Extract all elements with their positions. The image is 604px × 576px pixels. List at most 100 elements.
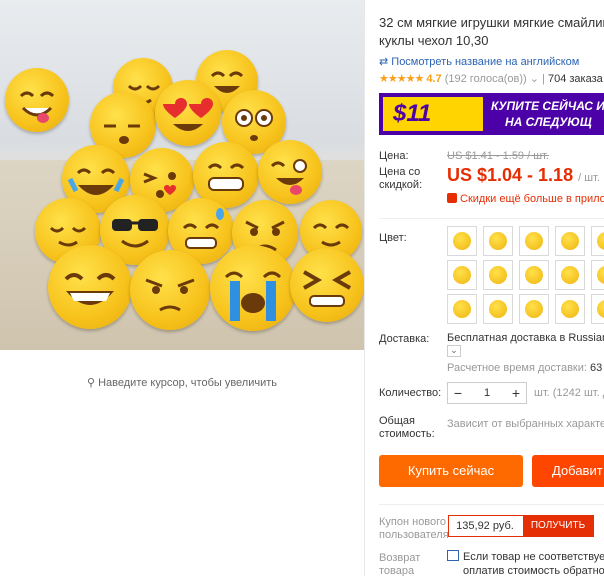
rating-row: ★★★★★ 4.7 (192 голоса(ов)) ⌄ | 704 заказ…	[379, 72, 603, 85]
discount-price-value: US $1.04 - 1.18	[447, 165, 574, 185]
returns-line1: Если товар не соответствует ор	[447, 550, 604, 564]
color-swatch[interactable]	[591, 260, 604, 290]
old-price: US $1.41 - 1.59 / шт.	[447, 150, 549, 162]
total-label: Общая стоимость:	[379, 415, 435, 441]
new-user-coupon: 135,92 руб. ПОЛУЧИТЬ	[448, 515, 594, 537]
emoji-smirk-icon	[561, 300, 579, 318]
color-swatch[interactable]	[555, 260, 585, 290]
rating-value: 4.7	[426, 73, 442, 85]
star-rating-icon: ★★★★★	[379, 73, 424, 85]
coupon-amount: 135,92 руб.	[456, 520, 514, 532]
quantity-stepper: − 1 +	[447, 382, 527, 404]
returns-policy: Если товар не соответствует ор оплатив с…	[447, 550, 604, 576]
discount-price-label-line2: скидкой:	[379, 179, 423, 191]
price-unit: / шт.	[578, 172, 600, 184]
emoji-wink-icon	[597, 266, 604, 284]
color-swatch[interactable]	[555, 226, 585, 256]
emoji-laugh-cry-icon	[453, 266, 471, 284]
promo-line2: НА СЛЕДУЮЩ	[505, 115, 592, 129]
promo-line1: КУПИТЕ СЕЙЧАС И	[491, 99, 604, 113]
color-swatch[interactable]	[447, 260, 477, 290]
divider	[379, 218, 604, 219]
product-title-line1: 32 см мягкие игрушки мягкие смайлики	[379, 15, 604, 30]
zoom-hint: ⚲ Наведите курсор, чтобы увеличить	[0, 376, 364, 389]
emoji-pillow	[210, 245, 296, 331]
quantity-label: Количество:	[379, 387, 442, 399]
votes-count[interactable]: (192 голоса(ов))	[445, 73, 527, 85]
translate-title-link[interactable]: ⇄ Посмотреть название на английском	[379, 55, 579, 68]
get-coupon-button[interactable]: ПОЛУЧИТЬ	[523, 516, 593, 536]
mobile-app-icon	[447, 193, 457, 203]
buy-now-button[interactable]: Купить сейчас	[379, 455, 523, 487]
emoji-eyes-icon	[525, 232, 543, 250]
emoji-pillow	[290, 248, 364, 322]
promo-price: $11	[383, 97, 483, 131]
returns-label-line2: товара	[379, 565, 415, 576]
color-swatch[interactable]	[519, 294, 549, 324]
color-swatch[interactable]	[483, 294, 513, 324]
emoji-grimace-icon	[489, 266, 507, 284]
quantity-increase-button[interactable]: +	[506, 383, 526, 403]
emoji-pillow	[48, 245, 132, 329]
coupon-label: Купон нового пользователя	[379, 516, 449, 542]
emoji-tongue-icon	[489, 232, 507, 250]
emoji-sunglasses-icon	[561, 232, 579, 250]
color-swatch[interactable]	[519, 226, 549, 256]
emoji-kiss-icon	[453, 300, 471, 318]
delivery-time-value: 63 дн	[590, 362, 604, 374]
discount-price: US $1.04 - 1.18 / шт.	[447, 165, 600, 186]
promo-banner[interactable]: $11 КУПИТЕ СЕЙЧАС И НА СЛЕДУЮЩ	[379, 93, 604, 135]
coupon-label-line1: Купон нового	[379, 516, 447, 528]
color-swatch[interactable]	[519, 260, 549, 290]
app-discount-note[interactable]: Скидки ещё больше в приложе	[447, 193, 604, 205]
total-label-line1: Общая	[379, 415, 415, 427]
translate-icon: ⇄	[379, 56, 392, 68]
color-swatch[interactable]	[591, 226, 604, 256]
color-swatch[interactable]	[483, 226, 513, 256]
shipping-chevron-down-icon[interactable]: ⌄	[447, 345, 461, 357]
total-value: Зависит от выбранных характери	[447, 418, 604, 430]
divider	[379, 504, 604, 505]
product-gallery: ⚲ Наведите курсор, чтобы увеличить	[0, 0, 365, 576]
shipping-label: Доставка:	[379, 333, 430, 345]
app-discount-text: Скидки ещё больше в приложе	[460, 193, 604, 205]
emoji-grin-icon	[453, 232, 471, 250]
emoji-happy-icon	[597, 300, 604, 318]
emoji-blush-icon	[561, 266, 579, 284]
magnifier-icon: ⚲	[86, 377, 99, 389]
product-image[interactable]	[0, 0, 364, 350]
returns-label: Возврат товара	[379, 552, 420, 576]
color-label: Цвет:	[379, 232, 407, 244]
add-to-cart-button[interactable]: Добавит	[532, 455, 604, 487]
price-label: Цена:	[379, 150, 409, 162]
chevron-down-icon[interactable]: ⌄	[530, 73, 542, 85]
quantity-input[interactable]: 1	[468, 383, 506, 403]
returns-line1-text: Если товар не соответствует ор	[463, 551, 604, 563]
emoji-pillow	[5, 68, 69, 132]
emoji-pillow	[155, 80, 221, 146]
shipping-method[interactable]: Бесплатная доставка в Russian F	[447, 332, 604, 344]
coupon-label-line2: пользователя	[379, 529, 449, 541]
color-swatch[interactable]	[447, 294, 477, 324]
emoji-smile-icon	[597, 232, 604, 250]
total-label-line2: стоимость:	[379, 428, 435, 440]
color-swatch[interactable]	[447, 226, 477, 256]
translate-title-text: Посмотреть название на английском	[391, 56, 580, 68]
discount-price-label-line1: Цена со	[379, 166, 421, 178]
product-title: 32 см мягкие игрушки мягкие смайлики кук…	[379, 14, 604, 50]
returns-label-line1: Возврат	[379, 552, 421, 564]
product-title-line2: куклы чехол 10,30	[379, 33, 489, 48]
promo-text: КУПИТЕ СЕЙЧАС И НА СЛЕДУЮЩ	[491, 98, 604, 130]
quantity-decrease-button[interactable]: −	[448, 383, 468, 403]
shield-icon	[447, 550, 459, 561]
orders-count: 704 заказа	[547, 73, 603, 85]
discount-price-label: Цена со скидкой:	[379, 166, 422, 192]
emoji-confused-icon	[489, 300, 507, 318]
color-swatch[interactable]	[591, 294, 604, 324]
zoom-hint-text: Наведите курсор, чтобы увеличить	[98, 377, 278, 389]
emoji-pillow	[130, 250, 210, 330]
color-swatch[interactable]	[483, 260, 513, 290]
product-info-panel: 32 см мягкие игрушки мягкие смайлики кук…	[372, 0, 604, 576]
color-swatch[interactable]	[555, 294, 585, 324]
emoji-neutral-icon	[525, 300, 543, 318]
